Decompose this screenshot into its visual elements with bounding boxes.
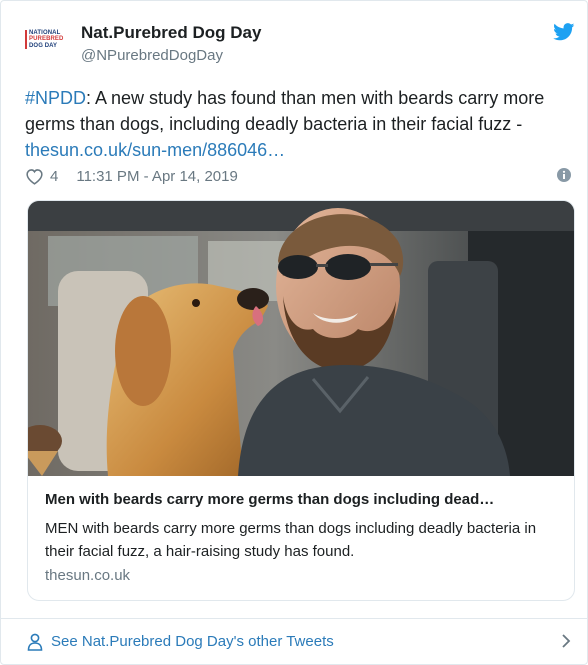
tweet-meta: 4 11:31 PM - Apr 14, 2019 [25,166,575,186]
info-icon[interactable] [557,168,571,182]
author-name[interactable]: Nat.Purebred Dog Day [81,23,261,43]
tweet-text: #NPDD: A new study has found than men wi… [25,85,565,163]
avatar[interactable]: NATIONAL PUREBRED DOG DAY [25,30,69,56]
article-image [28,201,574,476]
hashtag-link[interactable]: #NPDD [25,88,86,108]
article-link[interactable]: thesun.co.uk/sun-men/886046… [25,140,285,160]
like-count[interactable]: 4 [50,168,58,185]
author-handle[interactable]: @NPurebredDogDay [81,47,223,64]
avatar-line-2: PUREBRED [29,36,64,43]
person-icon [27,633,43,651]
card-title[interactable]: Men with beards carry more germs than do… [45,491,565,508]
avatar-line-3: DOG DAY [29,42,58,49]
tweet-body: : A new study has found than men with be… [25,88,545,134]
embedded-tweet: NATIONAL PUREBRED DOG DAY Nat.Purebred D… [0,0,588,665]
link-card[interactable]: Men with beards carry more germs than do… [27,200,575,601]
heart-icon[interactable] [25,168,44,185]
card-description: MEN with beards carry more germs than do… [45,520,537,560]
other-tweets-link[interactable]: See Nat.Purebred Dog Day's other Tweets [1,619,588,664]
chevron-right-icon[interactable] [561,633,571,649]
other-tweets-label[interactable]: See Nat.Purebred Dog Day's other Tweets [51,633,334,650]
twitter-bird-icon[interactable] [553,23,575,41]
timestamp[interactable]: 11:31 PM - Apr 14, 2019 [76,168,238,185]
card-domain: thesun.co.uk [45,567,131,584]
